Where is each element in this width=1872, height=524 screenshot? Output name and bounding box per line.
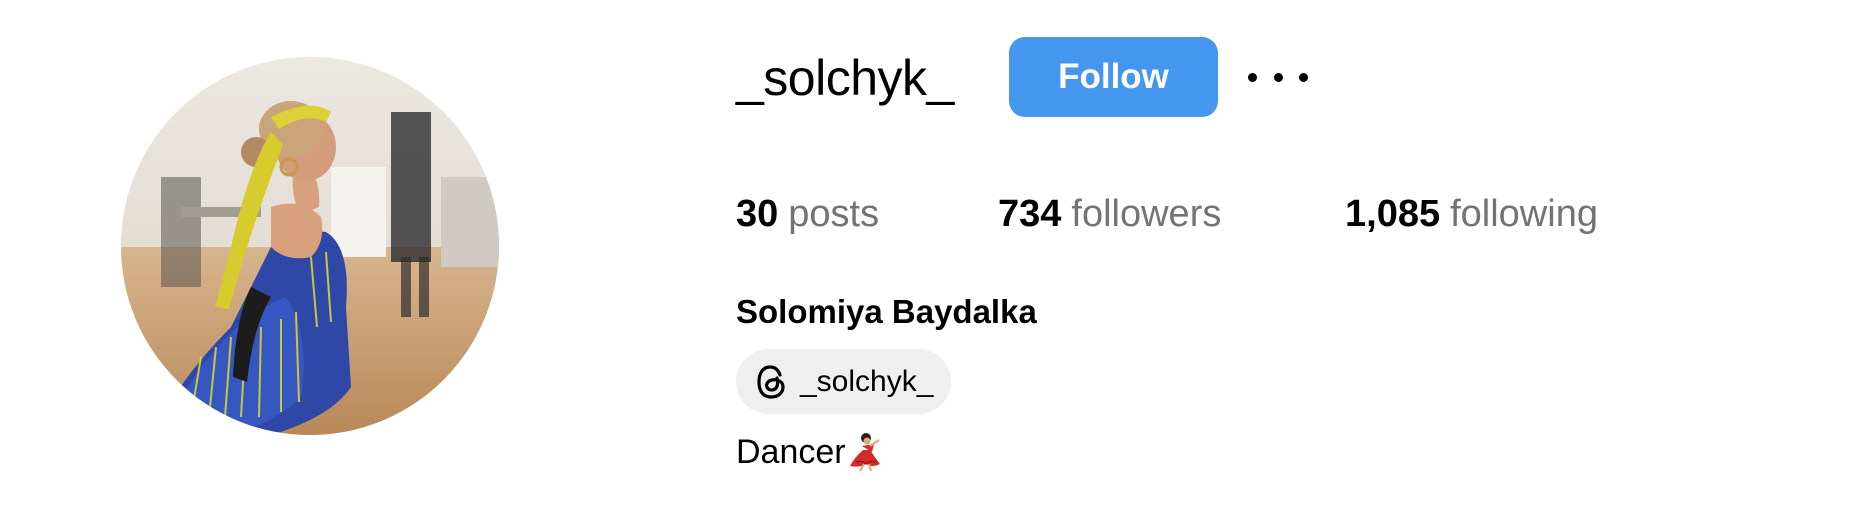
follow-button[interactable]: Follow (1009, 37, 1218, 117)
following-label: following (1450, 193, 1598, 235)
posts-count: 30 (736, 193, 779, 235)
more-dot (1248, 72, 1257, 82)
profile-username: _solchyk_ (736, 50, 954, 106)
more-options-icon[interactable] (1248, 58, 1308, 96)
bio-text: Dancer (736, 433, 846, 471)
followers-count: 734 (998, 193, 1062, 235)
avatar-photo (121, 57, 499, 435)
more-dot (1273, 72, 1283, 82)
profile-bio: Dancer (736, 429, 884, 475)
following-count: 1,085 (1345, 193, 1441, 235)
dancer-emoji (849, 433, 880, 472)
followers-link[interactable]: 734 followers (998, 190, 1221, 238)
profile-full-name: Solomiya Baydalka (736, 293, 1037, 330)
more-dot (1299, 72, 1308, 82)
posts-label: posts (788, 193, 880, 235)
posts-stat: 30 posts (736, 190, 879, 238)
profile-avatar[interactable] (121, 57, 499, 435)
threads-handle: _solchyk_ (800, 364, 934, 398)
following-link[interactable]: 1,085 following (1345, 190, 1598, 238)
followers-label: followers (1071, 193, 1222, 235)
threads-link[interactable]: _solchyk_ (736, 349, 952, 414)
threads-icon (757, 364, 785, 399)
